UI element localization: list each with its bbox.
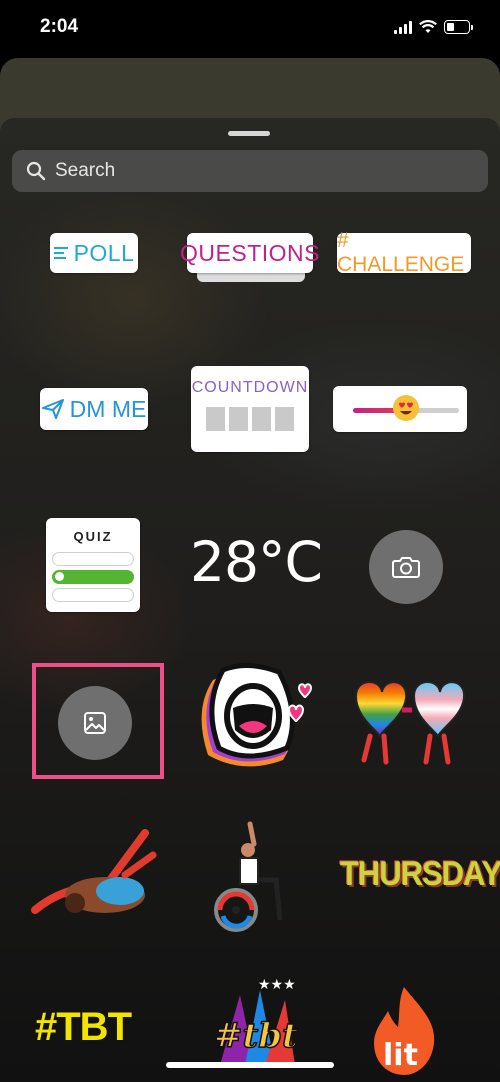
lit-label: lit [383, 1038, 418, 1073]
tray-grabber[interactable] [228, 131, 270, 136]
status-icons [394, 20, 473, 34]
tbt-sticker[interactable]: #TBT [35, 1005, 132, 1050]
send-icon [41, 399, 64, 419]
poll-sticker[interactable]: POLL [50, 233, 138, 273]
tbt-script-label: #tbt [214, 1016, 298, 1056]
tbt-stars-sticker[interactable]: #tbt ★★★ [200, 975, 310, 1065]
home-indicator[interactable] [166, 1062, 334, 1068]
poll-label: POLL [73, 239, 135, 266]
dm-me-label: DM ME [69, 395, 147, 422]
challenge-label: # CHALLENGE [337, 229, 465, 276]
gallery-sticker-button[interactable] [58, 686, 132, 760]
wheelchair-person-sticker[interactable] [210, 820, 294, 932]
quiz-option-selected [52, 570, 134, 584]
camera-sticker-button[interactable] [369, 530, 443, 604]
svg-text:★★★: ★★★ [258, 977, 296, 993]
quiz-option [52, 588, 134, 602]
dm-me-sticker[interactable]: DM ME [40, 388, 148, 430]
pride-hearts-sticker[interactable] [340, 670, 480, 770]
image-icon [84, 712, 106, 734]
lit-fire-sticker[interactable]: lit [370, 985, 438, 1075]
camera-icon [392, 557, 420, 578]
search-icon [26, 161, 46, 181]
challenge-sticker[interactable]: # CHALLENGE [337, 229, 471, 276]
thursday-sticker[interactable]: THURSDAY [340, 854, 500, 894]
poll-lines-icon [53, 244, 68, 262]
heart-eyes-emoji-icon [393, 395, 419, 421]
countdown-sticker[interactable]: COUNTDOWN [191, 366, 309, 452]
search-placeholder: Search [55, 160, 116, 181]
quiz-option [52, 552, 134, 566]
signal-icon [394, 20, 412, 34]
quiz-label: QUIZ [73, 529, 113, 544]
search-input[interactable]: Search [12, 150, 488, 192]
quiz-sticker[interactable]: QUIZ [46, 518, 140, 612]
countdown-label: COUNTDOWN [191, 379, 309, 396]
status-bar: 2:04 [0, 0, 500, 56]
status-time: 2:04 [40, 16, 79, 37]
battery-icon [444, 20, 473, 34]
countdown-digits [206, 407, 294, 431]
questions-sticker[interactable]: QUESTIONS [180, 233, 319, 273]
emoji-slider-sticker[interactable] [333, 386, 467, 432]
dancer-sticker[interactable] [25, 825, 165, 925]
questions-label: QUESTIONS [180, 239, 320, 266]
wifi-icon [419, 20, 437, 33]
shouting-mouth-sticker[interactable] [183, 660, 323, 780]
temperature-sticker[interactable]: 28°C [190, 530, 323, 594]
